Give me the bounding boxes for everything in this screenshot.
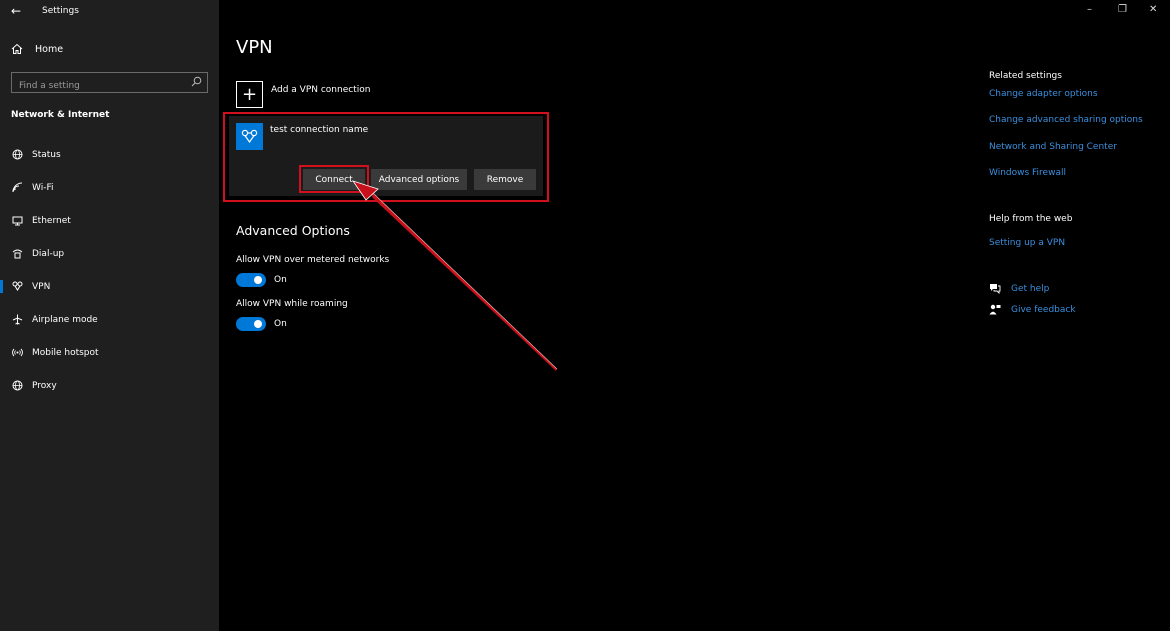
section-title: Network & Internet [11, 110, 110, 120]
vpn-connection-card[interactable]: test connection name Connect Advanced op… [229, 116, 543, 196]
roaming-toggle-label: Allow VPN while roaming [236, 299, 348, 309]
metered-toggle-state: On [274, 275, 287, 285]
metered-toggle[interactable] [236, 273, 266, 287]
restore-icon[interactable]: ❐ [1118, 4, 1127, 15]
sidebar-item-label: Wi-Fi [32, 182, 54, 193]
sidebar-item-label: Mobile hotspot [32, 347, 99, 358]
hotspot-icon [11, 347, 23, 359]
connection-name: test connection name [270, 125, 369, 135]
title-bar: ← Settings [0, 0, 219, 24]
link-advanced-sharing[interactable]: Change advanced sharing options [989, 115, 1143, 125]
sidebar-item-ethernet[interactable]: Ethernet [0, 204, 219, 237]
arrow-shaft-outline [372, 192, 558, 370]
link-sharing-center[interactable]: Network and Sharing Center [989, 142, 1117, 152]
vpn-icon [11, 281, 23, 293]
connect-highlight-box [299, 165, 369, 193]
sidebar-item-wifi[interactable]: Wi-Fi [0, 171, 219, 204]
sidebar-item-label: Dial-up [32, 248, 65, 259]
add-vpn-label: Add a VPN connection [271, 84, 371, 95]
vpn-connection-icon [236, 123, 263, 150]
sidebar: ← Settings Home Network & Internet Statu… [0, 0, 219, 631]
link-windows-firewall[interactable]: Windows Firewall [989, 168, 1066, 178]
sidebar-item-dialup[interactable]: Dial-up [0, 237, 219, 270]
feedback-person-icon [989, 304, 1001, 315]
chat-bubble-icon [990, 284, 1001, 294]
roaming-toggle[interactable] [236, 317, 266, 331]
app-title: Settings [42, 6, 79, 16]
sidebar-nav: Status Wi-Fi Ethernet Dial-up VPN Airpla… [0, 138, 219, 402]
search-icon[interactable] [191, 76, 202, 87]
sidebar-item-vpn[interactable]: VPN [0, 270, 219, 303]
plus-icon[interactable]: + [236, 81, 263, 108]
roaming-toggle-state: On [274, 319, 287, 329]
globe-icon [11, 149, 23, 161]
give-feedback-link[interactable]: Give feedback [989, 304, 1076, 315]
get-help-label: Get help [1011, 283, 1050, 294]
wifi-icon [11, 182, 23, 194]
globe-icon [11, 380, 23, 392]
give-feedback-label: Give feedback [1011, 304, 1076, 315]
search-input[interactable] [12, 76, 182, 96]
metered-toggle-label: Allow VPN over metered networks [236, 255, 390, 265]
sidebar-item-hotspot[interactable]: Mobile hotspot [0, 336, 219, 369]
remove-button[interactable]: Remove [474, 169, 536, 190]
link-adapter-options[interactable]: Change adapter options [989, 89, 1098, 99]
sidebar-item-label: Airplane mode [32, 314, 98, 325]
get-help-link[interactable]: Get help [989, 283, 1049, 294]
help-from-web-title: Help from the web [989, 214, 1073, 224]
ethernet-icon [11, 215, 23, 227]
sidebar-item-label: Status [32, 149, 61, 160]
minimize-icon[interactable]: – [1087, 4, 1092, 15]
advanced-options-button[interactable]: Advanced options [371, 169, 467, 190]
page-title: VPN [236, 37, 273, 58]
sidebar-item-label: Ethernet [32, 215, 71, 226]
search-box[interactable] [11, 72, 208, 96]
sidebar-home[interactable]: Home [11, 43, 63, 55]
link-setting-up-vpn[interactable]: Setting up a VPN [989, 238, 1065, 248]
sidebar-item-label: VPN [32, 281, 51, 292]
sidebar-item-proxy[interactable]: Proxy [0, 369, 219, 402]
dialup-icon [11, 248, 23, 260]
sidebar-item-status[interactable]: Status [0, 138, 219, 171]
toggle-knob [254, 276, 262, 284]
back-arrow-icon[interactable]: ← [11, 4, 21, 18]
airplane-icon [11, 314, 23, 326]
add-vpn-connection[interactable]: + Add a VPN connection [236, 81, 370, 108]
home-icon [11, 43, 23, 54]
advanced-options-title: Advanced Options [236, 223, 350, 238]
related-settings-title: Related settings [989, 71, 1062, 81]
home-label: Home [35, 43, 64, 55]
sidebar-item-airplane[interactable]: Airplane mode [0, 303, 219, 336]
close-icon[interactable]: ✕ [1149, 4, 1157, 15]
sidebar-item-label: Proxy [32, 380, 57, 391]
toggle-knob [254, 320, 262, 328]
arrow-shaft [372, 193, 557, 371]
